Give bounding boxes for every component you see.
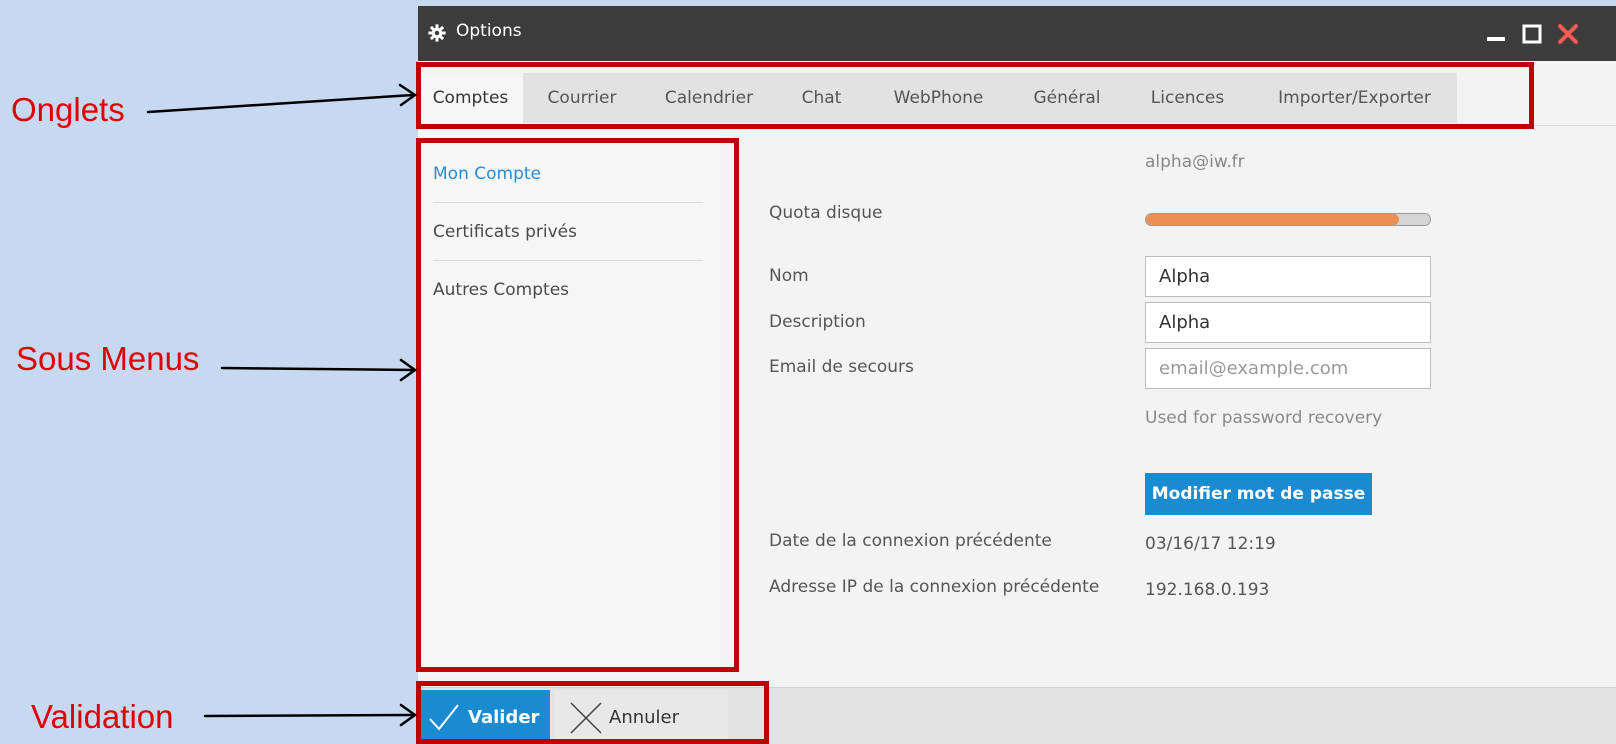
close-icon[interactable] bbox=[1554, 20, 1582, 48]
last-login-ip-label: Adresse IP de la connexion précédente bbox=[769, 577, 1100, 597]
submenu-item-autres-comptes[interactable]: Autres Comptes bbox=[433, 261, 703, 319]
annotation-onglets: Onglets bbox=[11, 91, 125, 128]
arrow-validation bbox=[203, 713, 415, 718]
arrow-sous-menus-head bbox=[399, 358, 418, 382]
description-label: Description bbox=[769, 312, 866, 332]
tab-comptes[interactable]: Comptes bbox=[418, 73, 523, 123]
tab-courrier[interactable]: Courrier bbox=[523, 73, 641, 123]
arrow-onglets-head bbox=[398, 83, 418, 107]
tab-importer-exporter[interactable]: Importer/Exporter bbox=[1252, 73, 1457, 123]
title-bar: Options bbox=[418, 6, 1616, 61]
check-icon bbox=[429, 703, 459, 731]
tab-licences[interactable]: Licences bbox=[1123, 73, 1252, 123]
annuler-label: Annuler bbox=[609, 707, 680, 728]
quota-label: Quota disque bbox=[769, 203, 883, 223]
last-login-ip-value: 192.168.0.193 bbox=[1145, 580, 1270, 600]
tab-general[interactable]: Général bbox=[1011, 73, 1123, 123]
recovery-email-field[interactable] bbox=[1145, 348, 1431, 389]
submenu-item-certificats-prives[interactable]: Certificats privés bbox=[433, 203, 703, 261]
annotation-sous-menus: Sous Menus bbox=[16, 340, 200, 377]
quota-bar bbox=[1145, 213, 1431, 226]
name-field[interactable] bbox=[1145, 256, 1431, 297]
last-login-date-label: Date de la connexion précédente bbox=[769, 531, 1052, 551]
minimize-icon[interactable] bbox=[1482, 20, 1510, 48]
footer-bar: Valider Annuler bbox=[418, 687, 1616, 744]
description-field[interactable] bbox=[1145, 302, 1431, 343]
submenu-panel: Mon Compte Certificats privés Autres Com… bbox=[418, 132, 720, 677]
annuler-button[interactable]: Annuler bbox=[554, 690, 728, 744]
recovery-email-hint: Used for password recovery bbox=[1145, 408, 1383, 428]
maximize-icon[interactable] bbox=[1518, 20, 1546, 48]
tab-chat[interactable]: Chat bbox=[777, 73, 866, 123]
annotation-validation: Validation bbox=[31, 698, 174, 735]
cross-icon bbox=[570, 701, 602, 734]
name-label: Nom bbox=[769, 266, 809, 286]
tab-calendrier[interactable]: Calendrier bbox=[641, 73, 777, 123]
valider-button[interactable]: Valider bbox=[420, 690, 550, 744]
tab-webphone[interactable]: WebPhone bbox=[866, 73, 1011, 123]
arrow-sous-menus bbox=[220, 366, 415, 372]
gear-icon bbox=[428, 24, 446, 42]
window-title: Options bbox=[456, 21, 522, 41]
valider-label: Valider bbox=[468, 707, 540, 728]
arrow-onglets bbox=[146, 93, 415, 114]
quota-bar-fill bbox=[1146, 214, 1399, 225]
arrow-validation-head bbox=[399, 703, 418, 727]
last-login-date-value: 03/16/17 12:19 bbox=[1145, 534, 1276, 554]
options-window: Options Comptes Courrier Calendrier Chat… bbox=[418, 6, 1616, 744]
submenu-item-mon-compte[interactable]: Mon Compte bbox=[433, 145, 703, 203]
tab-bar: Comptes Courrier Calendrier Chat WebPhon… bbox=[418, 63, 1616, 126]
change-password-button[interactable]: Modifier mot de passe bbox=[1145, 473, 1372, 515]
account-email: alpha@iw.fr bbox=[1145, 152, 1245, 172]
recovery-email-label: Email de secours bbox=[769, 357, 914, 377]
